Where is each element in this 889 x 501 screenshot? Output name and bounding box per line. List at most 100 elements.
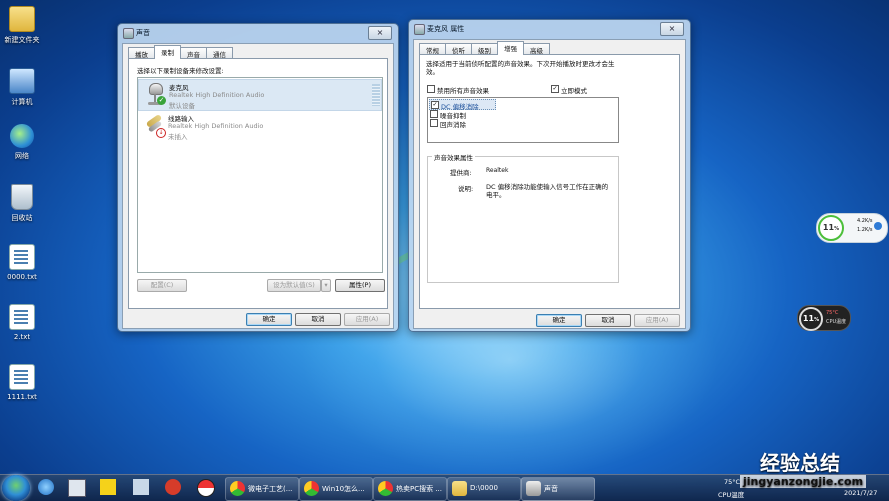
effect-checkbox[interactable]: ✓ xyxy=(431,101,439,109)
provider-value: Realtek xyxy=(486,167,509,174)
accelerate-icon[interactable] xyxy=(874,222,882,230)
effect-checkbox[interactable] xyxy=(430,110,438,118)
properties-button[interactable]: 属性(P) xyxy=(335,279,385,292)
ie-icon[interactable] xyxy=(38,479,54,495)
device-driver: Realtek High Definition Audio xyxy=(168,122,264,130)
desktop-icon-recycle-bin[interactable]: 回收站 xyxy=(2,184,42,223)
sound-dialog-titlebar[interactable]: 声音 × xyxy=(118,24,398,42)
text-file-icon xyxy=(9,364,35,390)
cpu-percent-unit: % xyxy=(814,317,820,323)
chrome-icon xyxy=(304,481,319,496)
disable-all-checkbox[interactable] xyxy=(427,85,435,93)
level-meter xyxy=(372,84,380,106)
immediate-mode-label: 立即模式 xyxy=(561,87,587,95)
folder-icon xyxy=(9,6,35,32)
network-speed-gadget[interactable]: 11% 4.2K/s 1.2K/s xyxy=(816,213,888,243)
game-icon[interactable] xyxy=(165,479,181,495)
apply-button[interactable]: 应用(A) xyxy=(634,314,680,327)
start-button[interactable] xyxy=(2,475,30,501)
effect-item-echo-cancellation[interactable]: 回声消除 xyxy=(429,118,494,129)
window-title: 声音 xyxy=(136,29,150,37)
taskbar-item-browser-2[interactable]: Win10怎么... xyxy=(299,477,373,501)
effect-item-noise-suppression[interactable]: 噪音抑制 xyxy=(429,109,494,120)
configure-button[interactable]: 配置(C) xyxy=(137,279,187,292)
desktop-icon-computer[interactable]: 计算机 xyxy=(2,68,42,107)
instruction-text: 选择以下录制设备来修改设置: xyxy=(137,67,224,75)
desktop-icon-1111-txt[interactable]: 1111.txt xyxy=(2,364,42,401)
microphone-icon xyxy=(414,24,425,35)
pokeball-icon[interactable] xyxy=(197,479,215,497)
effect-label: 回声消除 xyxy=(440,121,466,129)
cpu-temp: 75°C xyxy=(826,310,839,316)
taskbar-item-label: 热卖PC搜索 ... xyxy=(396,485,443,493)
computer-icon xyxy=(9,68,35,94)
disable-all-label: 禁用所有声音效果 xyxy=(437,87,489,95)
desktop-icon-label: 网络 xyxy=(15,152,29,160)
clock-date[interactable]: 2021/7/27 xyxy=(844,489,877,497)
mic-properties-dialog: 麦克风 属性 × 常规 侦听 级别 增强 高级 选择适用于当前侦听配置的声音效果… xyxy=(408,19,691,332)
device-status: 默认设备 xyxy=(169,102,195,110)
mic-properties-titlebar[interactable]: 麦克风 属性 × xyxy=(409,20,690,38)
desktop-icon-0000-txt[interactable]: 0000.txt xyxy=(2,244,42,281)
enhancements-panel: 选择适用于当前侦听配置的声音效果。下次开始播放时更改才会生效。 禁用所有声音效果… xyxy=(419,54,680,309)
cpu-percent: 11 xyxy=(802,314,815,323)
desktop-icon-label: 回收站 xyxy=(11,214,33,222)
ok-button[interactable]: 确定 xyxy=(246,313,292,326)
mic-properties-client: 常规 侦听 级别 增强 高级 选择适用于当前侦听配置的声音效果。下次开始播放时更… xyxy=(413,39,686,329)
device-microphone[interactable]: ✓ 麦克风 Realtek High Definition Audio 默认设备 xyxy=(138,79,382,111)
desktop-icon-network[interactable]: 网络 xyxy=(2,124,42,161)
desc-label: 说明: xyxy=(458,185,474,193)
close-button[interactable]: × xyxy=(660,22,684,36)
apply-button[interactable]: 应用(A) xyxy=(344,313,390,326)
microphone-icon: ✓ xyxy=(145,83,166,105)
description-text: 选择适用于当前侦听配置的声音效果。下次开始播放时更改才会生效。 xyxy=(426,60,615,76)
window-title: 麦克风 属性 xyxy=(427,25,465,33)
taskbar-item-sound[interactable]: 声音 xyxy=(521,477,595,501)
unplugged-icon: ↓ xyxy=(156,128,166,138)
watermark-cn: 经验总结 xyxy=(760,451,840,475)
cpu-temp-label: CPU温度 xyxy=(826,319,847,325)
desktop-icon-label: 2.txt xyxy=(13,333,31,341)
immediate-mode-checkbox[interactable]: ✓ xyxy=(551,85,559,93)
taskbar-item-browser-1[interactable]: 微电子工艺(... xyxy=(225,477,299,501)
watermark-url: jingyanzongjie.com xyxy=(740,475,867,488)
upload-speed: 4.2K/s xyxy=(857,218,873,224)
net-percent: 11 xyxy=(822,223,835,232)
cancel-button[interactable]: 取消 xyxy=(295,313,341,326)
tab-recording[interactable]: 录制 xyxy=(154,45,181,59)
text-file-icon xyxy=(9,244,35,270)
text-file-icon xyxy=(9,304,35,330)
provider-label: 提供商: xyxy=(450,169,472,177)
line-in-icon: ↓ xyxy=(144,113,166,138)
player-icon[interactable] xyxy=(100,479,116,495)
r-app-icon[interactable] xyxy=(68,479,86,497)
tray-cpu-label: CPU温度 xyxy=(718,491,745,499)
default-check-icon: ✓ xyxy=(157,96,166,105)
taskbar-item-label: 声音 xyxy=(544,485,558,493)
tab-enhancements[interactable]: 增强 xyxy=(497,41,524,55)
desktop-icon-2-txt[interactable]: 2.txt xyxy=(2,304,42,341)
folder-icon xyxy=(452,481,467,496)
recycle-bin-icon xyxy=(11,184,33,210)
sound-dialog: 声音 × 播放 录制 声音 通信 选择以下录制设备来修改设置: ✓ 麦克风 Re… xyxy=(117,23,399,332)
cancel-button[interactable]: 取消 xyxy=(585,314,631,327)
device-line-in[interactable]: ↓ 线路输入 Realtek High Definition Audio 未插入 xyxy=(138,111,380,141)
set-default-button[interactable]: 设为默认值(S) xyxy=(267,279,321,292)
cpu-gadget[interactable]: 11% 75°C CPU温度 xyxy=(797,305,851,331)
desktop-icon-label: 0000.txt xyxy=(7,273,37,281)
effect-checkbox[interactable] xyxy=(430,119,438,127)
device-status: 未插入 xyxy=(168,133,188,141)
taskbar-item-browser-3[interactable]: 热卖PC搜索 ... xyxy=(373,477,447,501)
tool-icon[interactable] xyxy=(133,479,149,495)
set-default-dropdown[interactable]: ▾ xyxy=(321,279,331,292)
taskbar-item-explorer[interactable]: D:\0000 xyxy=(447,477,521,501)
chrome-icon xyxy=(378,481,393,496)
sound-dialog-client: 播放 录制 声音 通信 选择以下录制设备来修改设置: ✓ 麦克风 Realtek… xyxy=(122,43,394,329)
recording-panel: 选择以下录制设备来修改设置: ✓ 麦克风 Realtek High Defini… xyxy=(128,58,388,309)
tray-temp: 75°C xyxy=(724,478,741,486)
ok-button[interactable]: 确定 xyxy=(536,314,582,327)
desktop-icon-label: 计算机 xyxy=(11,98,33,106)
close-button[interactable]: × xyxy=(368,26,392,40)
chrome-icon xyxy=(230,481,245,496)
desktop-icon-new-folder[interactable]: 新建文件夹 xyxy=(2,6,42,45)
